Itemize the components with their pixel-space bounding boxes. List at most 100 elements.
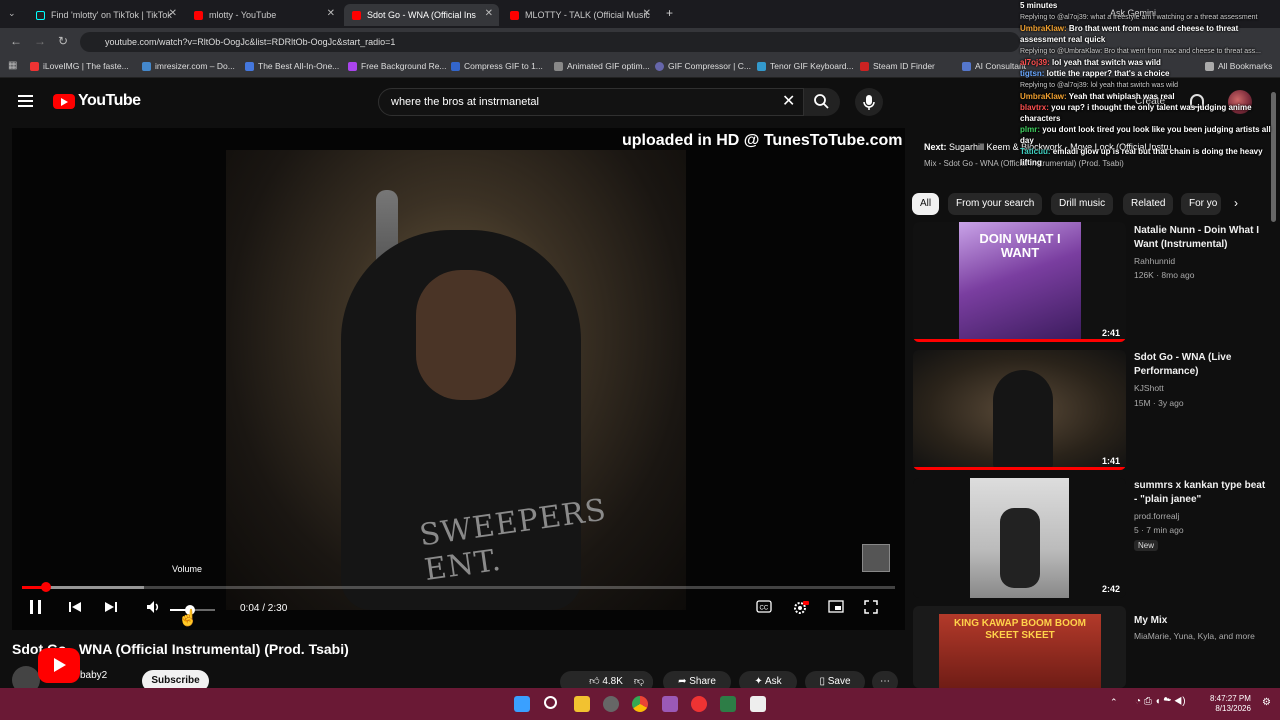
- windows-start-icon[interactable]: [514, 696, 530, 712]
- rec-title[interactable]: Natalie Nunn - Doin What I Want (Instrum…: [1134, 224, 1269, 252]
- chat-username: tigtsn:: [1020, 69, 1045, 78]
- rec-title[interactable]: My Mix: [1134, 614, 1269, 628]
- chat-text: lol yeah that switch was wild: [1052, 58, 1161, 67]
- bookmark-icon: [860, 61, 869, 71]
- back-icon[interactable]: ←: [10, 34, 22, 48]
- progress-bar[interactable]: [22, 586, 895, 589]
- chat-reply-line: Replying to @UmbraKlaw: Bro that went fr…: [1016, 45, 1280, 57]
- close-icon[interactable]: ✕: [169, 8, 177, 19]
- new-tab-icon[interactable]: +: [666, 6, 673, 20]
- bookmark-item[interactable]: Tenor GIF Keyboard...: [757, 61, 854, 71]
- rec-thumbnail[interactable]: 1:41: [913, 350, 1126, 470]
- bookmark-label: The Best All-In-One...: [258, 61, 340, 71]
- rec-meta: 15M · 3y ago: [1134, 398, 1184, 408]
- youtube-logo-text[interactable]: YouTube: [78, 92, 141, 110]
- tab-mlotty-youtube[interactable]: mlotty - YouTube ✕: [186, 4, 341, 26]
- chip-all[interactable]: All: [912, 193, 940, 215]
- app-icon[interactable]: [662, 696, 678, 712]
- file-explorer-icon[interactable]: [574, 696, 590, 712]
- apps-icon[interactable]: ▦: [8, 60, 17, 71]
- rec-thumbnail[interactable]: DOIN WHAT I WANT 2:41: [913, 222, 1126, 342]
- bookmark-item[interactable]: The Best All-In-One...: [245, 61, 339, 71]
- mute-button[interactable]: [146, 600, 162, 617]
- bookmark-label: Animated GIF optim...: [567, 61, 650, 71]
- voice-search-button[interactable]: [855, 88, 883, 116]
- bookmark-item[interactable]: Steam ID Finder: [860, 61, 935, 71]
- channel-watermark-icon[interactable]: [862, 544, 890, 572]
- bookmark-icon: [30, 61, 39, 71]
- bookmark-icon: [962, 61, 971, 71]
- close-icon[interactable]: ✕: [485, 8, 493, 19]
- app-icon[interactable]: [691, 696, 707, 712]
- tab-label: Find 'mlotty' on TikTok | TikTok: [51, 10, 172, 20]
- video-player[interactable]: SWEEPERS ENT. uploaded in HD @ TunesToTu…: [12, 128, 905, 630]
- bookmark-icon: [142, 61, 151, 71]
- tab-tiktok[interactable]: Find 'mlotty' on TikTok | TikTok ✕: [28, 4, 183, 26]
- like-count: 4.8K: [602, 676, 623, 687]
- next-button[interactable]: [104, 600, 118, 617]
- bookmark-item[interactable]: iLoveIMG | The faste...: [30, 61, 129, 71]
- fullscreen-button[interactable]: [864, 600, 878, 617]
- chrome-icon[interactable]: [632, 696, 648, 712]
- reload-icon[interactable]: ↻: [58, 34, 68, 48]
- youtube-icon: [194, 10, 203, 20]
- thumbnail-person-image: [1000, 508, 1040, 588]
- youtube-logo-icon[interactable]: [53, 94, 75, 109]
- close-icon[interactable]: ✕: [327, 8, 335, 19]
- rec-channel[interactable]: MiaMarie, Yuna, Kyla, and more: [1134, 631, 1255, 641]
- menu-icon[interactable]: [18, 95, 33, 107]
- bookmark-item[interactable]: Animated GIF optim...: [554, 61, 650, 71]
- rec-channel[interactable]: Rahhunnid: [1134, 256, 1175, 266]
- tab-mlotty-talk[interactable]: MLOTTY - TALK (Official Music ✕: [502, 4, 657, 26]
- bookmark-item[interactable]: Compress GIF to 1...: [451, 61, 543, 71]
- tab-search-icon[interactable]: ⌄: [8, 8, 16, 19]
- document-icon[interactable]: [750, 696, 766, 712]
- search-button[interactable]: [804, 88, 840, 116]
- chat-message: UmbraKlaw: Bro that went from mac and ch…: [1016, 23, 1280, 45]
- rec-title[interactable]: Sdot Go - WNA (Live Performance): [1134, 351, 1269, 379]
- duration-badge: 2:41: [1101, 328, 1120, 338]
- bookmark-item[interactable]: GIF Compressor | C...: [655, 61, 751, 71]
- chat-message: plmr: you dont look tired you look like …: [1016, 124, 1280, 146]
- microphone-icon: [863, 95, 875, 110]
- tab-sdot-go[interactable]: Sdot Go - WNA (Official Ins ✕: [344, 4, 499, 26]
- search-icon[interactable]: [544, 696, 557, 709]
- app-icon[interactable]: [603, 696, 619, 712]
- ask-label: Ask: [764, 676, 782, 687]
- clear-search-icon[interactable]: ✕: [782, 91, 795, 111]
- rec-thumbnail[interactable]: KING KAWAP BOOM BOOM SKEET SKEET: [913, 606, 1126, 688]
- miniplayer-icon: [828, 600, 844, 613]
- tray-chevron-icon[interactable]: ⌃: [1110, 697, 1118, 708]
- previous-button[interactable]: [68, 600, 82, 617]
- thumbnail-text: KING KAWAP BOOM BOOM SKEET SKEET: [953, 618, 1087, 641]
- notification-center-icon[interactable]: ⚙: [1262, 697, 1271, 708]
- miniplayer-button[interactable]: [828, 600, 844, 616]
- channel-name[interactable]: baby2: [80, 670, 107, 681]
- rec-title[interactable]: summrs x kankan type beat - "plain janee…: [1134, 479, 1269, 507]
- progress-scrubber[interactable]: [40, 582, 51, 592]
- excel-icon[interactable]: [720, 696, 736, 712]
- settings-button[interactable]: [792, 600, 810, 619]
- search-input[interactable]: where the bros at instrmanetal: [378, 88, 804, 116]
- close-icon[interactable]: ✕: [643, 8, 651, 19]
- bookmark-item[interactable]: imresizer.com – Do...: [142, 61, 235, 71]
- chat-message: tigtsn: lottie the rapper? that's a choi…: [1016, 68, 1280, 79]
- clock[interactable]: 8:47:27 PM 8/13/2026: [1210, 694, 1251, 714]
- captions-button[interactable]: CC: [756, 600, 772, 616]
- rec-channel[interactable]: KJShott: [1134, 383, 1164, 393]
- bookmark-icon: [655, 61, 664, 71]
- rec-thumbnail[interactable]: 2:42: [913, 478, 1126, 598]
- mouse-cursor-icon: ☝: [178, 610, 198, 627]
- bookmark-item[interactable]: Free Background Re...: [348, 61, 447, 71]
- forward-icon[interactable]: →: [34, 34, 46, 48]
- tab-label: MLOTTY - TALK (Official Music: [525, 10, 650, 20]
- more-icon: ⋯: [880, 676, 890, 687]
- url-field[interactable]: youtube.com/watch?v=RltOb-OogJc&list=RDR…: [80, 32, 1020, 52]
- fullscreen-icon: [864, 600, 878, 614]
- pause-button[interactable]: [30, 600, 41, 614]
- rec-channel[interactable]: prod.forrealj: [1134, 511, 1179, 521]
- chat-username: blavtrx:: [1020, 103, 1049, 112]
- chat-message: al7oj39: lol yeah that switch was wild: [1016, 57, 1280, 68]
- tray-icons[interactable]: ◔ ⎙ ◖ ☁ ◀): [1135, 696, 1186, 707]
- gear-icon: [794, 601, 809, 614]
